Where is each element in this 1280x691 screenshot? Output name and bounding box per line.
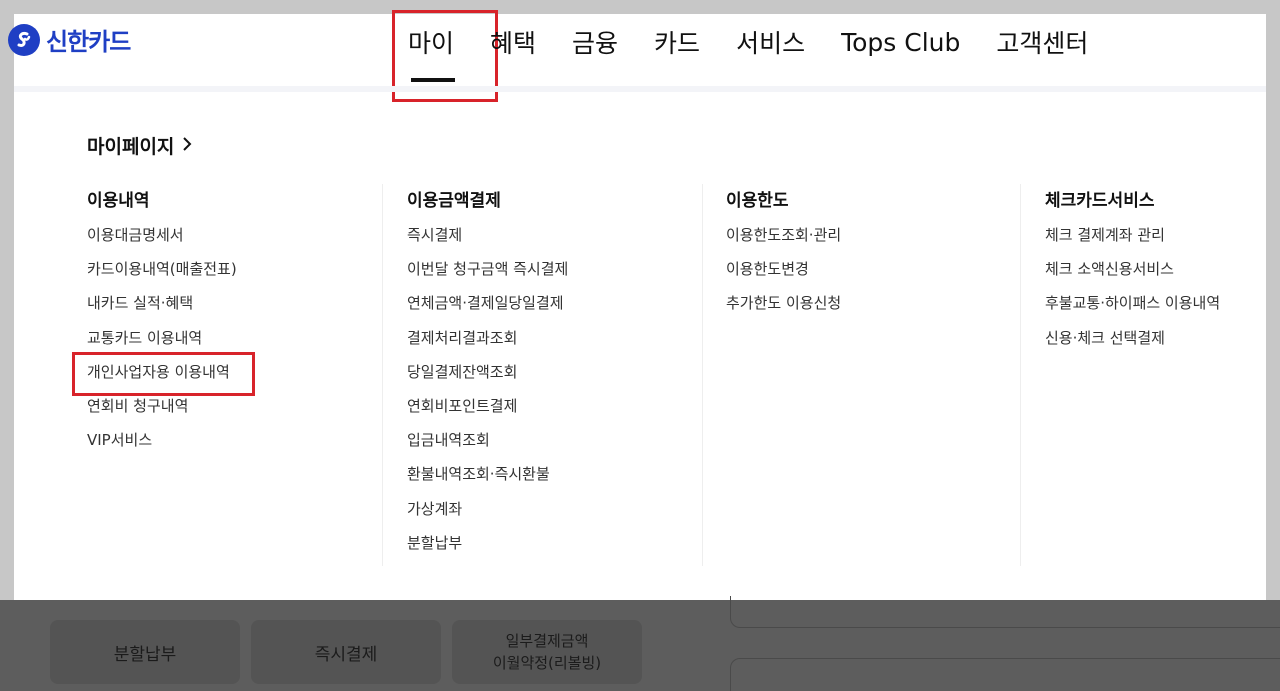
instant-payment-button[interactable]: 즉시결제 [251, 620, 441, 684]
menu-item-virtual-account[interactable]: 가상계좌 [407, 498, 707, 532]
menu-column-payment: 이용금액결제 즉시결제 이번달 청구금액 즉시결제 연체금액·결제일당일결제 결… [407, 186, 707, 566]
nav-item-finance[interactable]: 금융 [572, 24, 618, 60]
column-divider [1020, 184, 1021, 566]
menu-item-check-micro-credit[interactable]: 체크 소액신용서비스 [1045, 258, 1265, 292]
menu-item-check-account[interactable]: 체크 결제계좌 관리 [1045, 224, 1265, 258]
nav-item-benefits[interactable]: 혜택 [490, 24, 536, 60]
menu-column-limit: 이용한도 이용한도조회·관리 이용한도변경 추가한도 이용신청 [726, 186, 1026, 327]
installment-button-label: 분할납부 [113, 644, 177, 665]
menu-item-statement[interactable]: 이용대금명세서 [87, 224, 387, 258]
revolving-button-line2: 이월약정(리볼빙) [492, 654, 602, 672]
menu-item-additional-limit[interactable]: 추가한도 이용신청 [726, 292, 1026, 326]
nav-item-customer-center[interactable]: 고객센터 [996, 24, 1088, 60]
nav-item-service[interactable]: 서비스 [736, 24, 805, 60]
nav-item-my[interactable]: 마이 [408, 24, 456, 82]
header-divider [14, 86, 1266, 92]
menu-item-same-day-balance[interactable]: 당일결제잔액조회 [407, 361, 707, 395]
logo-text: 신한카드 [46, 28, 131, 56]
menu-item-limit-inquiry[interactable]: 이용한도조회·관리 [726, 224, 1026, 258]
mypage-link[interactable]: 마이페이지 [87, 132, 192, 159]
mypage-link-label: 마이페이지 [87, 136, 175, 158]
logo[interactable]: 신한카드 [8, 22, 131, 57]
menu-item-overdue-payment[interactable]: 연체금액·결제일당일결제 [407, 292, 707, 326]
nav-item-card[interactable]: 카드 [654, 24, 700, 60]
main-nav: 마이 혜택 금융 카드 서비스 Tops Club 고객센터 [408, 24, 1088, 82]
column-title: 이용내역 [87, 191, 150, 211]
menu-item-credit-check-choice[interactable]: 신용·체크 선택결제 [1045, 327, 1265, 361]
business-usage-highlight-box [72, 352, 255, 396]
menu-item-card-performance[interactable]: 내카드 실적·혜택 [87, 292, 387, 326]
background-card [730, 596, 1280, 628]
menu-column-usage: 이용내역 이용대금명세서 카드이용내역(매출전표) 내카드 실적·혜택 교통카드… [87, 186, 387, 463]
menu-item-refund-history[interactable]: 환불내역조회·즉시환불 [407, 463, 707, 497]
menu-item-annual-fee-points[interactable]: 연회비포인트결제 [407, 395, 707, 429]
menu-item-month-instant-payment[interactable]: 이번달 청구금액 즉시결제 [407, 258, 707, 292]
nav-item-tops-club[interactable]: Tops Club [841, 28, 960, 57]
menu-item-card-usage-history[interactable]: 카드이용내역(매출전표) [87, 258, 387, 292]
installment-button[interactable]: 분할납부 [50, 620, 240, 684]
menu-item-postpaid-transit[interactable]: 후불교통·하이패스 이용내역 [1045, 292, 1265, 326]
column-divider [702, 184, 703, 566]
revolving-button-line1: 일부결제금액 [505, 632, 589, 650]
menu-item-deposit-history[interactable]: 입금내역조회 [407, 429, 707, 463]
shinhan-logo-icon [8, 23, 40, 56]
column-divider [382, 184, 383, 566]
overlay-frame-left [0, 0, 14, 600]
menu-column-check-card: 체크카드서비스 체크 결제계좌 관리 체크 소액신용서비스 후불교통·하이패스 … [1045, 186, 1265, 361]
menu-item-vip-service[interactable]: VIP서비스 [87, 429, 387, 463]
menu-item-limit-change[interactable]: 이용한도변경 [726, 258, 1026, 292]
column-title: 이용금액결제 [407, 191, 501, 211]
instant-payment-button-label: 즉시결제 [314, 644, 378, 665]
revolving-button[interactable]: 일부결제금액 이월약정(리볼빙) [452, 620, 642, 684]
header: 신한카드 마이 혜택 금융 카드 서비스 Tops Club 고객센터 [8, 10, 1266, 102]
overlay-frame-right [1266, 0, 1280, 600]
overlay-frame-top [0, 0, 1280, 14]
mega-menu-panel: 신한카드 마이 혜택 금융 카드 서비스 Tops Club 고객센터 마이페이… [8, 10, 1266, 600]
chevron-right-icon [182, 135, 192, 157]
menu-item-annual-fee[interactable]: 연회비 청구내역 [87, 395, 387, 429]
menu-item-installment[interactable]: 분할납부 [407, 532, 707, 566]
background-card [730, 658, 1280, 691]
menu-item-payment-result[interactable]: 결제처리결과조회 [407, 327, 707, 361]
column-title: 체크카드서비스 [1045, 191, 1155, 211]
menu-item-instant-payment[interactable]: 즉시결제 [407, 224, 707, 258]
column-title: 이용한도 [726, 191, 789, 211]
